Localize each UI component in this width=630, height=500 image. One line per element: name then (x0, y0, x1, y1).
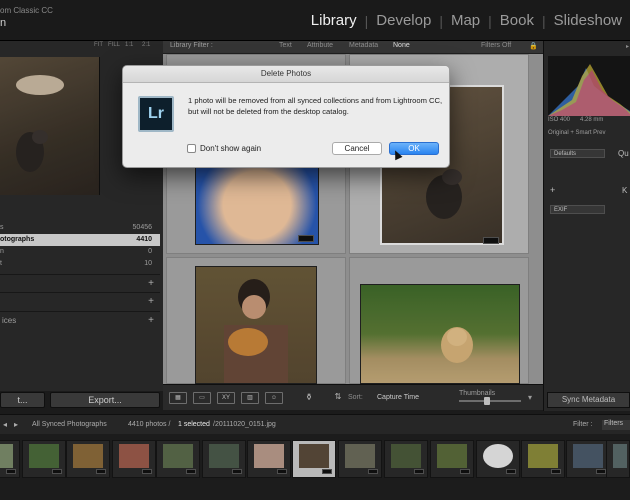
dialog-title: Delete Photos (260, 69, 312, 78)
module-map[interactable]: Map (443, 12, 488, 29)
module-library[interactable]: Library (303, 12, 365, 29)
module-picker: Library | Develop | Map | Book | Slidesh… (303, 12, 630, 29)
app-brand-line1: om Classic CC (0, 6, 53, 15)
module-slideshow[interactable]: Slideshow (546, 12, 630, 29)
dont-show-again-checkbox[interactable]: Don't show again (187, 144, 261, 153)
dont-show-again-label: Don't show again (200, 144, 262, 153)
cancel-button[interactable]: Cancel (332, 142, 382, 155)
module-book[interactable]: Book (492, 12, 542, 29)
module-develop[interactable]: Develop (368, 12, 439, 29)
app-brand-line2: n (0, 17, 7, 29)
dialog-message: 1 photo will be removed from all synced … (188, 96, 443, 116)
lightroom-logo-icon: Lr (138, 96, 174, 132)
checkbox-icon[interactable] (187, 144, 196, 153)
dialog-titlebar: Delete Photos (123, 66, 449, 83)
delete-photos-dialog: Delete Photos Lr 1 photo will be removed… (122, 65, 450, 168)
